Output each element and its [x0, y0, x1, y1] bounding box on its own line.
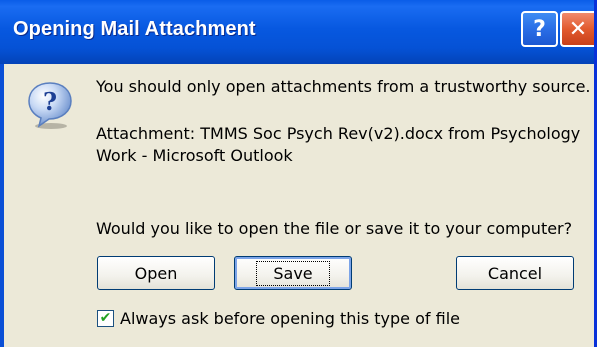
open-button[interactable]: Open [97, 256, 215, 290]
window-title: Opening Mail Attachment [13, 18, 256, 40]
title-bar[interactable]: Opening Mail Attachment ? ✕ [0, 0, 594, 64]
svg-text:?: ? [43, 87, 57, 116]
save-button[interactable]: Save [234, 256, 352, 290]
window-border [0, 64, 4, 347]
always-ask-checkbox[interactable]: ✔ [97, 309, 114, 327]
prompt-question: Would you like to open the file or save … [96, 219, 573, 238]
open-button-label: Open [134, 263, 178, 283]
save-button-label: Save [256, 260, 330, 286]
close-icon: ✕ [568, 16, 588, 42]
checkmark-icon: ✔ [99, 310, 112, 326]
always-ask-label[interactable]: Always ask before opening this type of f… [120, 309, 460, 328]
question-icon: ? [28, 82, 72, 129]
warning-message: You should only open attachments from a … [96, 77, 591, 96]
always-ask-option[interactable]: ✔ Always ask before opening this type of… [97, 307, 460, 329]
close-button[interactable]: ✕ [560, 11, 594, 47]
help-button[interactable]: ? [521, 11, 558, 47]
dialog-window: Opening Mail Attachment ? ✕ ? You should… [0, 0, 597, 347]
help-icon: ? [533, 16, 546, 42]
cancel-button[interactable]: Cancel [456, 256, 574, 290]
cancel-button-label: Cancel [487, 263, 543, 283]
attachment-info: Attachment: TMMS Soc Psych Rev(v2).docx … [96, 124, 581, 165]
